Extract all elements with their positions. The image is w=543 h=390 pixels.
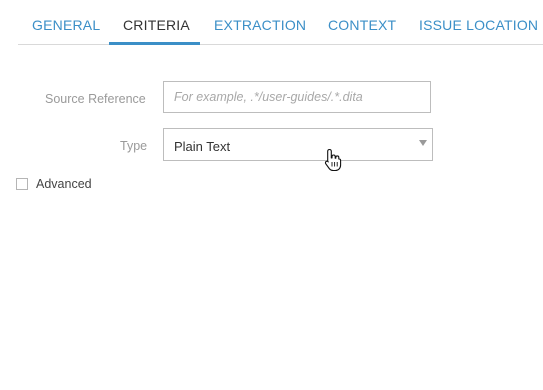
tab-criteria[interactable]: CRITERIA — [123, 17, 190, 33]
type-select[interactable]: Plain Text — [163, 128, 433, 161]
hand-pointer-icon — [324, 148, 342, 172]
type-label: Type — [120, 139, 148, 153]
source-reference-input[interactable] — [163, 81, 431, 113]
tab-extraction[interactable]: EXTRACTION — [214, 17, 306, 33]
advanced-checkbox[interactable] — [16, 178, 28, 190]
tab-bar: GENERAL CRITERIA EXTRACTION CONTEXT ISSU… — [18, 0, 543, 45]
active-tab-indicator — [109, 42, 200, 45]
criteria-panel: GENERAL CRITERIA EXTRACTION CONTEXT ISSU… — [0, 0, 543, 390]
tab-general[interactable]: GENERAL — [32, 17, 100, 33]
triangle-down-icon[interactable] — [419, 140, 427, 146]
tab-issue-location[interactable]: ISSUE LOCATION — [419, 17, 538, 33]
type-selected-value: Plain Text — [174, 139, 231, 154]
tab-context[interactable]: CONTEXT — [328, 17, 396, 33]
source-reference-label: Source Reference — [45, 92, 146, 106]
advanced-label[interactable]: Advanced — [36, 177, 92, 191]
